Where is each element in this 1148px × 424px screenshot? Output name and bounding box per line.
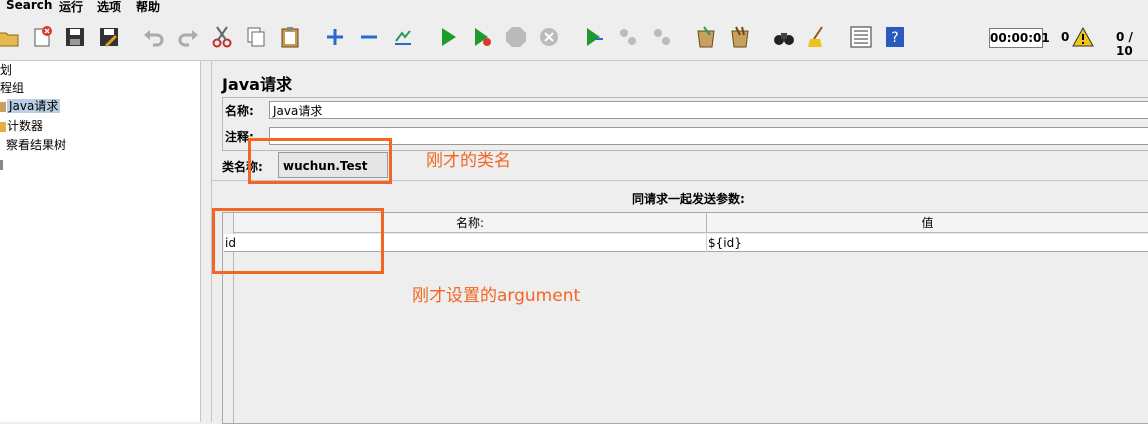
start-no-pause-icon[interactable] xyxy=(468,23,496,51)
menu-options[interactable]: 选项 xyxy=(97,0,121,15)
error-count: 0 xyxy=(1061,30,1070,44)
stop-icon[interactable] xyxy=(502,23,530,51)
menu-search[interactable]: Search xyxy=(6,0,52,12)
menu-bar: Search 运行 选项 帮助 xyxy=(0,0,1148,16)
toolbar: ? 00:00:01 0 0 / 10 xyxy=(0,16,1148,61)
svg-text:?: ? xyxy=(891,30,898,46)
test-plan-tree: 划 程组 Java请求 计数器 察看结果树 xyxy=(0,61,201,422)
warning-icon[interactable] xyxy=(1072,26,1094,50)
menu-help[interactable]: 帮助 xyxy=(136,0,160,15)
undo-icon[interactable] xyxy=(140,23,168,51)
open-icon[interactable] xyxy=(0,23,22,51)
redo-icon[interactable] xyxy=(174,23,202,51)
close-icon[interactable] xyxy=(28,23,56,51)
save-as-icon[interactable] xyxy=(95,23,123,51)
tree-item-thread-group[interactable]: 程组 xyxy=(0,79,24,97)
clear-all-icon[interactable] xyxy=(726,23,754,51)
sampler-icon xyxy=(0,101,6,112)
name-label: 名称: xyxy=(225,104,254,118)
name-field[interactable]: Java请求 xyxy=(269,101,1148,119)
classname-highlight-box xyxy=(248,138,392,184)
thread-count: 0 / 10 xyxy=(1116,30,1133,58)
save-icon[interactable] xyxy=(61,23,89,51)
column-header-value[interactable]: 值 xyxy=(707,213,1148,233)
classname-note: 刚才的类名 xyxy=(426,151,511,171)
config-icon xyxy=(0,121,6,132)
remote-shutdown-icon[interactable] xyxy=(648,23,676,51)
tree-item-java-request[interactable]: Java请求 xyxy=(0,97,61,115)
help-icon[interactable]: ? xyxy=(881,23,909,51)
argument-highlight-box xyxy=(212,208,384,274)
comment-field[interactable] xyxy=(269,127,1148,145)
panel-splitter[interactable] xyxy=(201,61,212,422)
tree-item-counter[interactable]: 计数器 xyxy=(0,117,43,135)
paste-icon[interactable] xyxy=(276,23,304,51)
collapse-icon[interactable] xyxy=(355,23,383,51)
toggle-icon[interactable] xyxy=(389,23,417,51)
timer-display: 00:00:01 xyxy=(989,28,1050,48)
workbench-icon xyxy=(0,159,3,170)
shutdown-icon[interactable] xyxy=(535,23,563,51)
tree-item-plan[interactable]: 划 xyxy=(0,61,12,79)
remote-start-icon[interactable] xyxy=(580,23,608,51)
search-icon[interactable] xyxy=(770,23,798,51)
copy-icon[interactable] xyxy=(242,23,270,51)
reset-search-icon[interactable] xyxy=(804,23,832,51)
params-title: 同请求一起发送参数: xyxy=(632,192,745,206)
page-title: Java请求 xyxy=(222,75,292,94)
remote-stop-icon[interactable] xyxy=(614,23,642,51)
expand-icon[interactable] xyxy=(321,23,349,51)
clear-icon[interactable] xyxy=(692,23,720,51)
menu-run[interactable]: 运行 xyxy=(59,0,83,15)
argument-note: 刚才设置的argument xyxy=(412,286,581,306)
tree-item-results-tree[interactable]: 察看结果树 xyxy=(6,136,66,154)
start-icon[interactable] xyxy=(434,23,462,51)
tree-item-workbench[interactable] xyxy=(0,155,3,173)
cell-value[interactable]: ${id} xyxy=(707,234,1148,252)
cut-icon[interactable] xyxy=(208,23,236,51)
function-helper-icon[interactable] xyxy=(847,23,875,51)
